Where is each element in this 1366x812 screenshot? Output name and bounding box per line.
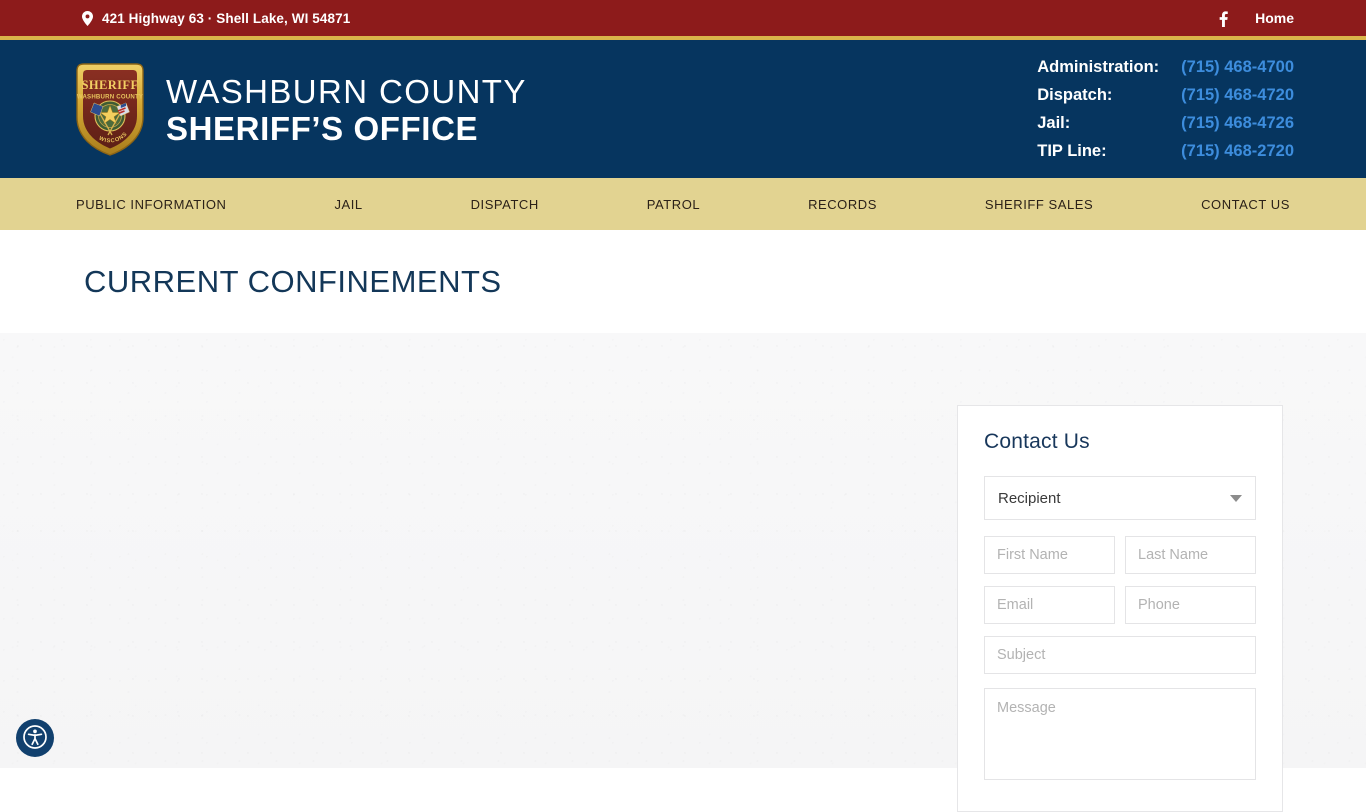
page-title: CURRENT CONFINEMENTS (72, 264, 502, 300)
page-title-band: CURRENT CONFINEMENTS (0, 230, 1366, 333)
topbar-links-group: Home (1213, 9, 1294, 27)
phone-number-jail[interactable]: (715) 468-4726 (1181, 109, 1294, 137)
accessibility-button[interactable] (16, 719, 54, 757)
nav-item-dispatch[interactable]: DISPATCH (467, 191, 543, 218)
svg-text:SHERIFF: SHERIFF (82, 78, 139, 92)
recipient-select-wrapper: Recipient (984, 476, 1256, 520)
email-input[interactable] (984, 586, 1115, 624)
svg-text:WASHBURN COUNTY: WASHBURN COUNTY (77, 94, 143, 101)
last-name-input[interactable] (1125, 536, 1256, 574)
phone-number-administration[interactable]: (715) 468-4700 (1181, 53, 1294, 81)
brand-lockup[interactable]: SHERIFF WASHBURN COUNTY (72, 59, 527, 159)
nav-items-container: PUBLIC INFORMATION JAIL DISPATCH PATROL … (72, 191, 1294, 218)
brand-text: WASHBURN COUNTY SHERIFF’S OFFICE (166, 73, 527, 145)
nav-item-records[interactable]: RECORDS (804, 191, 881, 218)
phone-label-jail: Jail: (1037, 109, 1159, 137)
recipient-select[interactable]: Recipient (984, 476, 1256, 520)
first-name-input[interactable] (984, 536, 1115, 574)
phone-label-tip-line: TIP Line: (1037, 137, 1159, 165)
accessibility-icon (23, 725, 47, 752)
facebook-icon[interactable] (1213, 9, 1231, 27)
phone-number-tip-line[interactable]: (715) 468-2720 (1181, 137, 1294, 165)
contact-field-row (984, 586, 1256, 624)
nav-item-patrol[interactable]: PATROL (643, 191, 704, 218)
header-phone-list: Administration: (715) 468-4700 Dispatch:… (1037, 53, 1294, 165)
site-header: SHERIFF WASHBURN COUNTY (0, 40, 1366, 178)
contact-form-title: Contact Us (984, 430, 1256, 454)
subject-input[interactable] (984, 636, 1256, 674)
phone-label-dispatch: Dispatch: (1037, 81, 1159, 109)
nav-item-jail[interactable]: JAIL (330, 191, 366, 218)
nav-item-sheriff-sales[interactable]: SHERIFF SALES (981, 191, 1097, 218)
message-textarea[interactable] (984, 688, 1256, 780)
brand-office-name: SHERIFF’S OFFICE (166, 112, 527, 145)
sheriff-badge-icon: SHERIFF WASHBURN COUNTY (72, 59, 148, 159)
nav-item-contact-us[interactable]: CONTACT US (1197, 191, 1294, 218)
home-link[interactable]: Home (1255, 10, 1294, 26)
main-navigation: PUBLIC INFORMATION JAIL DISPATCH PATROL … (0, 178, 1366, 230)
name-field-row (984, 536, 1256, 574)
contact-us-panel: Contact Us Recipient (957, 405, 1283, 812)
office-address: 421 Highway 63 · Shell Lake, WI 54871 (102, 11, 350, 26)
topbar-address-group: 421 Highway 63 · Shell Lake, WI 54871 (82, 11, 350, 26)
phone-label-administration: Administration: (1037, 53, 1159, 81)
brand-county-name: WASHBURN COUNTY (166, 75, 527, 108)
phone-input[interactable] (1125, 586, 1256, 624)
location-pin-icon (82, 11, 93, 26)
nav-item-public-information[interactable]: PUBLIC INFORMATION (72, 191, 231, 218)
phone-number-dispatch[interactable]: (715) 468-4720 (1181, 81, 1294, 109)
top-utility-bar: 421 Highway 63 · Shell Lake, WI 54871 Ho… (0, 0, 1366, 36)
